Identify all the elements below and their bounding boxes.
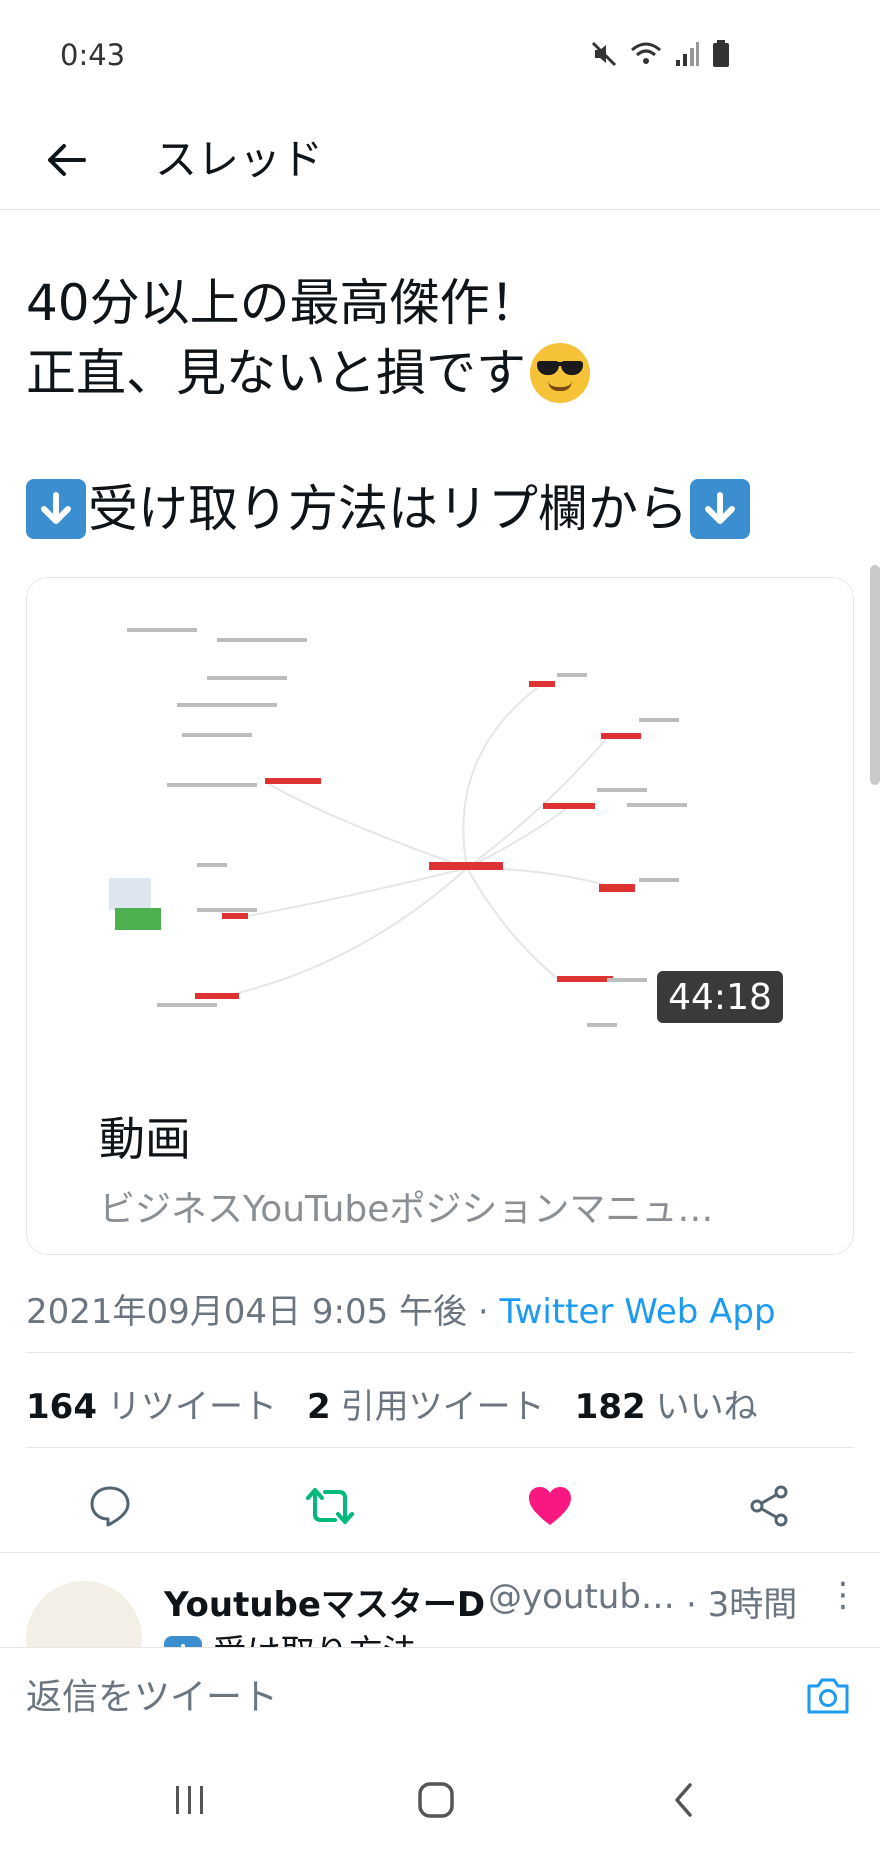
page-title: スレッド — [155, 135, 324, 184]
reply-author-name[interactable]: YoutubeマスターD — [164, 1577, 485, 1626]
tweet-meta: 2021年09月04日 9:05 午後 · Twitter Web App — [26, 1284, 776, 1333]
recent-apps-icon — [176, 1786, 203, 1814]
signal-icon — [676, 42, 699, 66]
home-button[interactable] — [406, 1772, 466, 1828]
more-options-icon[interactable]: ⋮ — [826, 1575, 860, 1615]
tweet-source-link[interactable]: Twitter Web App — [499, 1292, 775, 1332]
tweet-line-3: 受け取り方法はリプ欄から — [26, 474, 856, 544]
camera-button[interactable] — [800, 1668, 856, 1724]
share-button[interactable] — [742, 1478, 798, 1534]
avatar[interactable] — [26, 1581, 142, 1647]
share-icon — [750, 1485, 788, 1527]
reply-author-handle: @youtub… — [488, 1577, 675, 1617]
tweet-datetime: 2021年09月04日 9:05 午後 · — [26, 1292, 500, 1332]
camera-icon — [807, 1678, 849, 1714]
quotes-stat[interactable]: 2 引用ツイート — [307, 1379, 545, 1428]
divider — [26, 1447, 854, 1448]
tweet-line-1: 40分以上の最高傑作！ — [26, 274, 540, 332]
reply-text-content: 受け取り方法 — [213, 1633, 417, 1647]
divider — [26, 1352, 854, 1353]
retweets-label: リツイート — [106, 1387, 277, 1427]
back-arrow-icon — [48, 144, 86, 176]
reply-text: 受け取り方法 — [164, 1625, 417, 1647]
video-title: 動画 — [99, 1112, 191, 1166]
video-duration-badge: 44:18 — [657, 971, 783, 1023]
tweet-line-2: 正直、見ないと損です — [26, 338, 856, 408]
quotes-label: 引用ツイート — [340, 1387, 545, 1427]
tweet-line-2-text: 正直、見ないと損です — [26, 344, 526, 402]
retweet-icon — [306, 1488, 354, 1524]
retweets-count: 164 — [26, 1387, 97, 1427]
video-thumbnail[interactable]: 44:18 — [27, 578, 853, 1058]
status-icons — [590, 40, 730, 68]
reply-time: · 3時間 — [686, 1585, 798, 1625]
heart-icon — [529, 1487, 571, 1525]
quotes-count: 2 — [306, 1387, 331, 1427]
chevron-left-icon — [675, 1783, 692, 1817]
reply-tweet[interactable]: YoutubeマスターD @youtub… · 3時間 ⋮ 受け取り方法 — [0, 1552, 880, 1647]
home-icon — [418, 1782, 454, 1818]
reply-compose-bar — [0, 1647, 880, 1744]
video-subtitle: ビジネスYouTubeポジションマニュ… — [99, 1189, 714, 1230]
reply-input[interactable] — [26, 1672, 766, 1722]
down-arrow-emoji-icon — [164, 1635, 202, 1647]
down-arrow-emoji-icon — [690, 479, 750, 539]
reply-button[interactable] — [82, 1478, 138, 1534]
status-time: 0:43 — [60, 38, 126, 72]
likes-count: 182 — [574, 1387, 646, 1427]
status-bar: 0:43 — [0, 0, 880, 110]
likes-stat[interactable]: 182 いいね — [575, 1379, 758, 1428]
system-nav-bar — [0, 1742, 880, 1858]
recent-apps-button[interactable] — [160, 1772, 220, 1828]
tweet-line-3-text: 受け取り方法はリプ欄から — [88, 480, 688, 538]
action-bar — [0, 1460, 880, 1550]
battery-icon — [713, 40, 729, 67]
reply-icon — [90, 1486, 130, 1527]
tweet-stats: 164 リツイート 2 引用ツイート 182 いいね — [26, 1379, 758, 1428]
scrollbar[interactable] — [870, 565, 880, 785]
likes-label: いいね — [655, 1387, 758, 1427]
tweet-text: 40分以上の最高傑作！ 正直、見ないと損です 受け取り方法はリプ欄から — [26, 268, 856, 544]
top-nav: スレッド — [0, 110, 880, 210]
wifi-icon — [631, 42, 661, 64]
down-arrow-emoji-icon — [26, 479, 86, 539]
retweets-stat[interactable]: 164 リツイート — [26, 1379, 277, 1428]
video-card[interactable]: 44:18 動画 ビジネスYouTubeポジションマニュ… — [26, 577, 854, 1255]
like-button[interactable] — [522, 1478, 578, 1534]
back-nav-button[interactable] — [654, 1772, 714, 1828]
retweet-button[interactable] — [302, 1478, 358, 1534]
back-button[interactable] — [36, 130, 96, 190]
mute-icon — [591, 41, 617, 67]
sunglasses-emoji-icon — [530, 343, 590, 403]
